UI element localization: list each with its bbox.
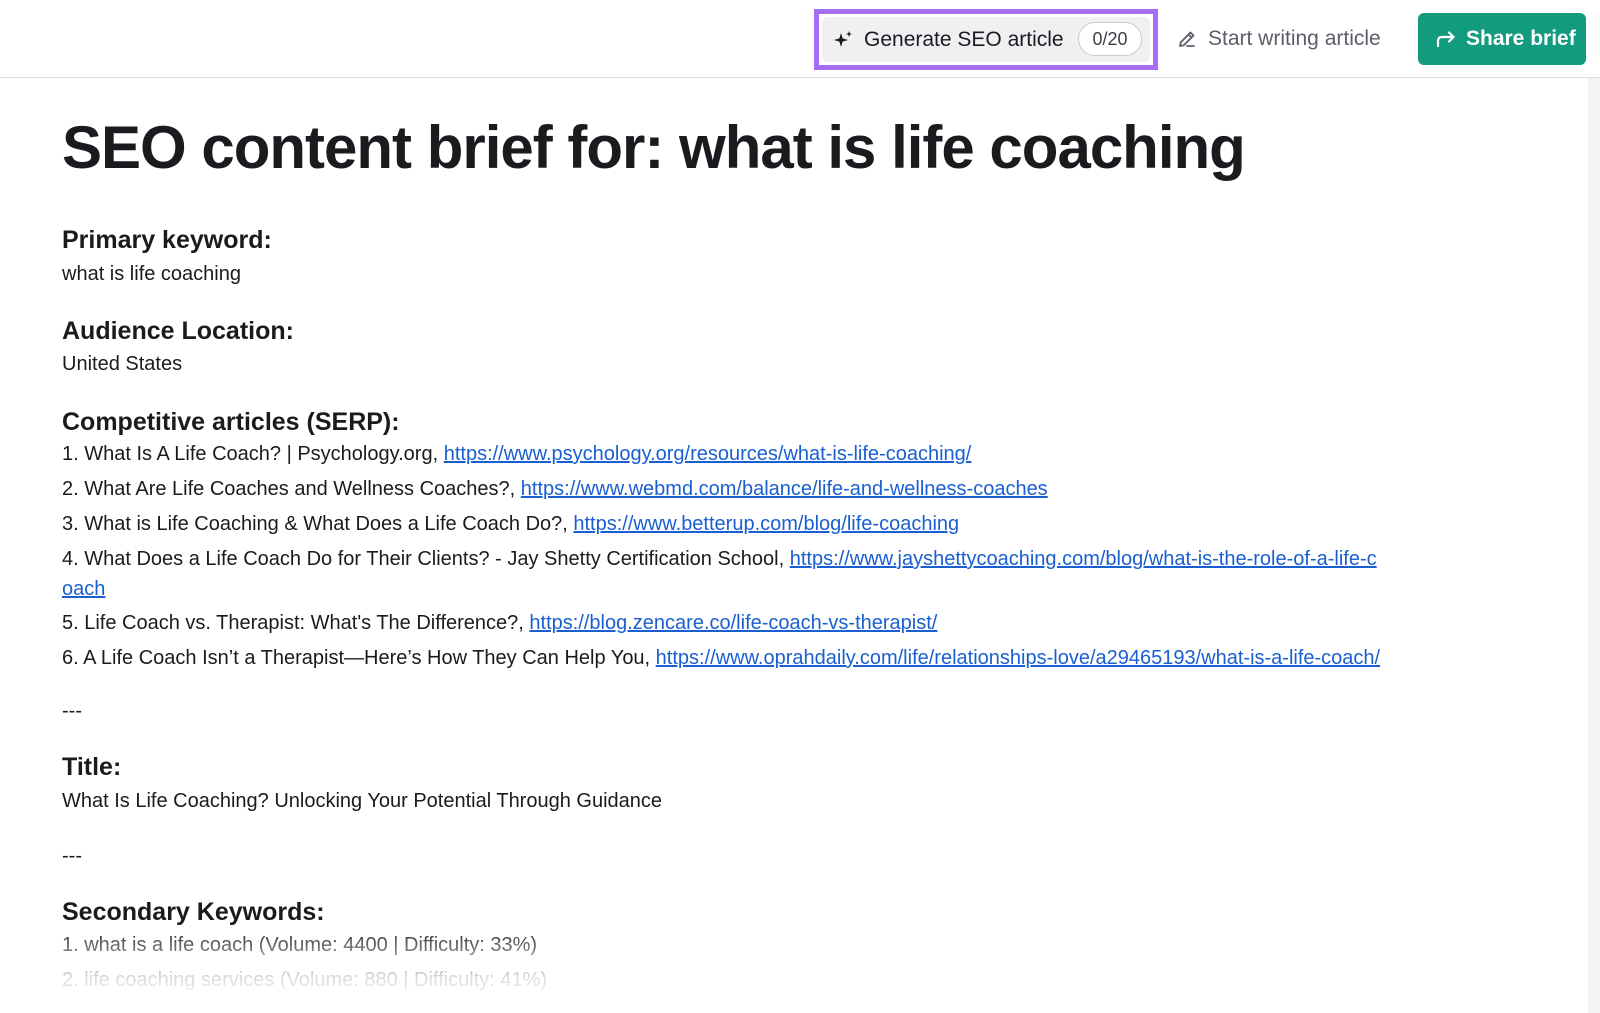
title-heading: Title: <box>62 753 122 781</box>
secondary-keywords-heading: Secondary Keywords: <box>62 898 325 926</box>
article-title: 4. What Does a Life Coach Do for Their C… <box>62 548 790 570</box>
article-title: 3. What is Life Coaching & What Does a L… <box>62 513 574 535</box>
article-title: 6. A Life Coach Isn’t a Therapist—Here’s… <box>62 647 656 669</box>
generate-seo-article-label: Generate SEO article <box>864 27 1064 51</box>
scrollbar[interactable] <box>1588 78 1600 1013</box>
share-brief-button[interactable]: Share brief <box>1418 13 1586 65</box>
list-item: 6. A Life Coach Isn’t a Therapist—Here’s… <box>62 647 1380 670</box>
list-item: 3. What is Life Coaching & What Does a L… <box>62 513 959 536</box>
list-item: 1. what is a life coach (Volume: 4400 | … <box>62 934 538 956</box>
primary-keyword-heading: Primary keyword: <box>62 226 272 254</box>
share-brief-label: Share brief <box>1466 27 1576 50</box>
competitive-articles-heading: Competitive articles (SERP): <box>62 408 400 436</box>
list-item: 5. Life Coach vs. Therapist: What's The … <box>62 612 937 635</box>
generate-count-badge: 0/20 <box>1078 22 1142 56</box>
generate-highlight-frame: Generate SEO article 0/20 <box>814 9 1158 70</box>
article-link[interactable]: https://www.jayshettycoaching.com/blog/w… <box>790 548 1377 570</box>
article-link[interactable]: https://blog.zencare.co/life-coach-vs-th… <box>529 612 937 634</box>
section-separator: --- <box>62 845 82 867</box>
pencil-icon <box>1176 28 1198 50</box>
title-value: What Is Life Coaching? Unlocking Your Po… <box>62 790 663 812</box>
article-link[interactable]: https://www.betterup.com/blog/life-coach… <box>573 513 959 535</box>
list-item: 1. What Is A Life Coach? | Psychology.or… <box>62 443 971 466</box>
primary-keyword-value: what is life coaching <box>62 263 241 285</box>
list-item: 4. What Does a Life Coach Do for Their C… <box>62 548 1377 571</box>
page-title: SEO content brief for: what is life coac… <box>62 114 1246 181</box>
article-link-continuation[interactable]: oach <box>62 578 105 600</box>
audience-location-heading: Audience Location: <box>62 317 294 345</box>
generate-seo-article-button[interactable]: Generate SEO article 0/20 <box>822 17 1150 62</box>
top-toolbar: Generate SEO article 0/20 Start writing … <box>0 0 1600 78</box>
article-title: 2. What Are Life Coaches and Wellness Co… <box>62 478 521 500</box>
article-link[interactable]: https://www.oprahdaily.com/life/relation… <box>656 647 1380 669</box>
article-link[interactable]: https://www.psychology.org/resources/wha… <box>444 443 972 465</box>
brief-header: SEO content brief for: what is life coac… <box>62 112 1552 184</box>
list-item: 2. What Are Life Coaches and Wellness Co… <box>62 478 1048 501</box>
section-separator: --- <box>62 700 82 722</box>
sparkle-icon <box>832 29 854 51</box>
article-link[interactable]: https://www.webmd.com/balance/life-and-w… <box>521 478 1048 500</box>
list-item: 2. life coaching services (Volume: 880 |… <box>62 969 548 991</box>
audience-location-value: United States <box>62 353 183 375</box>
list-item-continuation: oach <box>62 578 105 601</box>
start-writing-article-button[interactable]: Start writing article <box>1176 20 1381 58</box>
start-writing-article-label: Start writing article <box>1208 27 1381 50</box>
share-arrow-icon <box>1434 27 1458 51</box>
article-title: 1. What Is A Life Coach? | Psychology.or… <box>62 443 444 465</box>
article-title: 5. Life Coach vs. Therapist: What's The … <box>62 612 530 634</box>
